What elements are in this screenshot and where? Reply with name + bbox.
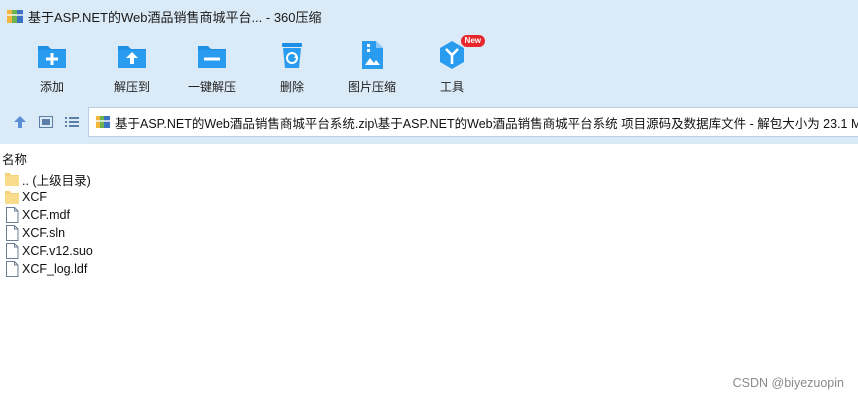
- watermark: CSDN @biyezuopin: [732, 376, 844, 390]
- column-name-header[interactable]: 名称: [2, 149, 27, 168]
- title-bar: 基于ASP.NET的Web酒品销售商城平台... - 360压缩: [0, 0, 858, 32]
- file-name: XCF.sln: [22, 226, 66, 240]
- folder-icon: [5, 171, 19, 187]
- add-label: 添加: [39, 80, 64, 94]
- image-compress-label: 图片压缩: [347, 80, 396, 94]
- file-name: XCF_log.ldf: [22, 262, 88, 276]
- up-arrow-icon[interactable]: [11, 113, 29, 131]
- delete-icon: [275, 38, 309, 72]
- archive-app-icon: [6, 8, 24, 24]
- file-icon: [5, 243, 19, 259]
- delete-button[interactable]: 删除: [252, 38, 332, 98]
- one-click-extract-label: 一键解压: [187, 80, 236, 94]
- add-icon: [35, 38, 69, 72]
- one-click-extract-button[interactable]: 一键解压: [172, 38, 252, 98]
- image-compress-button[interactable]: 图片压缩: [332, 38, 412, 98]
- extract-to-label: 解压到: [113, 80, 150, 94]
- file-list: .. (上级目录) XCF XCF.mdf XCF.sln XCF.v12.su…: [0, 170, 858, 278]
- list-item-folder[interactable]: XCF: [0, 188, 858, 206]
- tools-label: 工具: [439, 80, 464, 94]
- image-compress-icon: [355, 38, 389, 72]
- list-item-file[interactable]: XCF.sln: [0, 224, 858, 242]
- path-text: 基于ASP.NET的Web酒品销售商城平台系统.zip\基于ASP.NET的We…: [115, 116, 858, 131]
- file-name: XCF: [22, 190, 47, 204]
- tools-icon: New: [435, 35, 485, 72]
- thumbnail-view-icon[interactable]: [37, 113, 55, 131]
- file-icon: [5, 207, 19, 223]
- list-item-file[interactable]: XCF_log.ldf: [0, 260, 858, 278]
- add-button[interactable]: 添加: [12, 38, 92, 98]
- extract-to-icon: [115, 38, 149, 72]
- path-field[interactable]: 基于ASP.NET的Web酒品销售商城平台系统.zip\基于ASP.NET的We…: [88, 107, 858, 137]
- archive-file-icon: [95, 114, 111, 130]
- list-item-file[interactable]: XCF.v12.suo: [0, 242, 858, 260]
- list-view-icon[interactable]: [63, 113, 81, 131]
- file-name: XCF.v12.suo: [22, 244, 93, 258]
- list-item-file[interactable]: XCF.mdf: [0, 206, 858, 224]
- window-title: 基于ASP.NET的Web酒品销售商城平台... - 360压缩: [28, 9, 322, 25]
- extract-to-button[interactable]: 解压到: [92, 38, 172, 98]
- list-item-parent-dir[interactable]: .. (上级目录): [0, 170, 858, 188]
- one-click-extract-icon: [195, 38, 229, 72]
- list-header: 名称: [0, 146, 858, 168]
- file-icon: [5, 225, 19, 241]
- tools-button[interactable]: New 工具: [412, 35, 492, 98]
- file-name: XCF.mdf: [22, 208, 70, 222]
- file-icon: [5, 261, 19, 277]
- new-badge: New: [460, 35, 485, 47]
- toolbar: 添加 解压到 一键解压 删除 图片压缩 New 工具: [0, 32, 858, 100]
- file-name: .. (上级目录): [22, 173, 91, 188]
- delete-label: 删除: [279, 80, 304, 94]
- folder-icon: [5, 189, 19, 205]
